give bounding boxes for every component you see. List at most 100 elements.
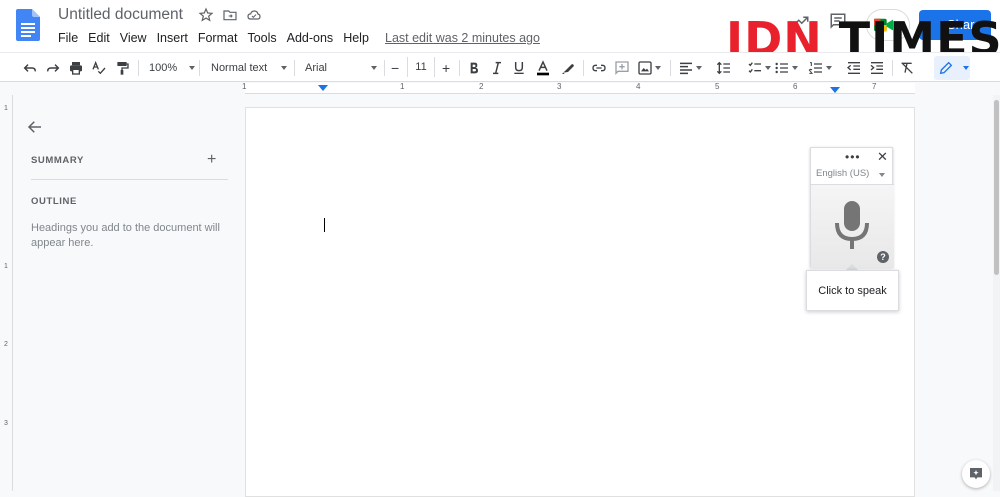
title-actions — [198, 7, 262, 23]
caret-down-icon — [765, 66, 771, 70]
menu-view[interactable]: View — [115, 30, 152, 46]
spellcheck-button[interactable] — [91, 59, 107, 77]
toolbar-separator — [670, 60, 671, 76]
last-edit-link[interactable]: Last edit was 2 minutes ago — [385, 30, 540, 46]
decrease-indent-icon — [846, 62, 860, 74]
text-cursor — [324, 218, 325, 232]
caret-down-icon — [281, 66, 288, 70]
bulleted-list-icon — [775, 62, 788, 74]
outline-empty-hint: Headings you add to the document will ap… — [31, 222, 220, 249]
italic-button[interactable] — [489, 59, 505, 77]
vertical-ruler[interactable]: 1 1 2 3 — [0, 95, 13, 491]
pencil-icon — [939, 61, 953, 75]
add-comment-button[interactable] — [614, 59, 630, 77]
add-summary-icon[interactable]: + — [207, 151, 216, 169]
redo-button[interactable] — [45, 59, 61, 77]
cloud-status-icon[interactable] — [246, 7, 262, 23]
caret-down-icon — [826, 66, 832, 70]
ruler-number: 6 — [793, 82, 798, 91]
voice-typing-widget: ••• ✕ English (US) ? — [810, 147, 894, 268]
highlighter-icon — [562, 64, 574, 74]
numbered-list-button[interactable] — [808, 59, 832, 77]
font-size-input[interactable]: 11 — [407, 57, 435, 77]
caret-down-icon — [189, 66, 196, 70]
undo-button[interactable] — [22, 59, 38, 77]
click-to-speak-tooltip: Click to speak — [806, 270, 899, 311]
font-family-select[interactable]: Arial — [305, 59, 378, 77]
language-select[interactable]: English (US) — [816, 168, 869, 179]
scrollbar-thumb[interactable] — [994, 100, 999, 275]
ruler-number: 1 — [4, 105, 8, 112]
align-button[interactable] — [678, 59, 702, 77]
bulleted-list-button[interactable] — [774, 59, 798, 77]
document-title[interactable]: Untitled document — [58, 6, 183, 24]
ruler-number: 1 — [400, 82, 405, 91]
zoom-select[interactable]: 100% — [149, 59, 196, 77]
checklist-icon — [748, 62, 761, 74]
horizontal-ruler[interactable]: 1 1 2 3 4 5 6 7 — [242, 82, 915, 95]
bold-button[interactable] — [466, 59, 482, 77]
insert-link-button[interactable] — [591, 59, 607, 77]
caret-down-icon — [371, 66, 378, 70]
paint-roller-icon — [117, 62, 129, 75]
ruler-number: 5 — [715, 82, 720, 91]
ruler-number: 2 — [479, 82, 484, 91]
close-outline-arrow-icon[interactable] — [26, 118, 44, 136]
toolbar-separator — [892, 60, 893, 76]
summary-heading: SUMMARY — [31, 155, 84, 166]
toolbar-separator — [384, 60, 385, 76]
paint-format-button[interactable] — [114, 59, 130, 77]
text-color-button[interactable] — [535, 59, 551, 77]
decrease-indent-button[interactable] — [846, 59, 862, 77]
docs-logo-icon[interactable] — [16, 9, 40, 41]
ruler-number: 3 — [557, 82, 562, 91]
microphone-button[interactable]: ? — [811, 184, 894, 268]
undo-icon — [23, 64, 37, 72]
menu-help[interactable]: Help — [338, 30, 374, 46]
menu-insert[interactable]: Insert — [152, 30, 193, 46]
menu-file[interactable]: File — [58, 30, 83, 46]
menu-addons[interactable]: Add-ons — [282, 30, 339, 46]
align-left-icon — [680, 62, 692, 75]
line-spacing-button[interactable] — [716, 59, 732, 77]
help-icon[interactable]: ? — [877, 251, 889, 263]
editing-mode-button[interactable] — [934, 56, 970, 80]
print-button[interactable] — [68, 59, 84, 77]
right-indent-marker-icon[interactable] — [830, 87, 840, 95]
text-color-icon — [537, 60, 549, 76]
checklist-button[interactable] — [747, 59, 771, 77]
underline-button[interactable] — [511, 59, 527, 77]
highlight-color-button[interactable] — [560, 59, 576, 77]
ruler-number: 7 — [872, 82, 877, 91]
toolbar-separator — [583, 60, 584, 76]
menu-format[interactable]: Format — [193, 30, 243, 46]
clear-formatting-icon — [901, 62, 913, 74]
increase-indent-icon — [870, 62, 883, 74]
more-options-icon[interactable]: ••• — [845, 150, 861, 164]
clear-formatting-button[interactable] — [899, 59, 915, 77]
ruler-number: 1 — [4, 263, 8, 270]
increase-indent-button[interactable] — [869, 59, 885, 77]
menu-edit[interactable]: Edit — [83, 30, 115, 46]
increase-font-size-button[interactable]: + — [442, 59, 450, 77]
caret-down-icon[interactable] — [879, 173, 885, 177]
spellcheck-icon — [92, 60, 106, 75]
insert-image-button[interactable] — [637, 59, 661, 77]
formatting-toolbar: 100% Normal text Arial − 11 + — [0, 52, 1000, 82]
close-icon[interactable]: ✕ — [877, 149, 888, 165]
outline-heading: OUTLINE — [31, 196, 77, 207]
line-spacing-icon — [716, 61, 730, 75]
add-comment-icon — [615, 61, 629, 75]
menu-tools[interactable]: Tools — [242, 30, 281, 46]
explore-button[interactable] — [962, 460, 990, 488]
ruler-number: 2 — [4, 341, 8, 348]
toolbar-separator — [138, 60, 139, 76]
decrease-font-size-button[interactable]: − — [391, 59, 399, 77]
caret-down-icon — [792, 66, 798, 70]
left-indent-marker-icon[interactable] — [318, 85, 328, 93]
paragraph-style-select[interactable]: Normal text — [211, 59, 288, 77]
star-icon[interactable] — [198, 7, 214, 23]
ruler-number: 3 — [4, 420, 8, 427]
move-folder-icon[interactable] — [222, 7, 238, 23]
title-bar: Untitled document File Edit View Insert … — [0, 0, 1000, 66]
